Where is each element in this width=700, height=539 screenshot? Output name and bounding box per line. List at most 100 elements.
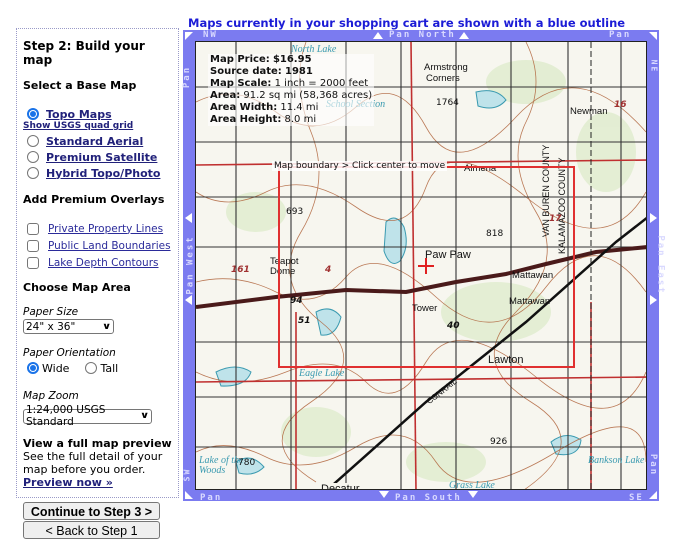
- area-height-row: Area Height: 8.0 mi: [210, 114, 317, 125]
- map-zoom-label: Map Zoom: [23, 390, 79, 402]
- map-scale-row: Map Scale: 1 inch = 2000 feet: [210, 78, 369, 89]
- overlay-options: Private Property Lines Public Land Bound…: [23, 220, 178, 271]
- pan-north-arrow-left[interactable]: [373, 32, 383, 39]
- chevron-down-icon: ∨: [139, 411, 150, 421]
- checkbox-lake-depth[interactable]: [27, 256, 39, 269]
- paper-size-select[interactable]: 24" x 36" ∨: [23, 319, 114, 334]
- radio-tall[interactable]: [85, 362, 98, 374]
- paper-size-label: Paper Size: [23, 306, 79, 318]
- orientation-options: Wide Tall: [27, 360, 178, 376]
- base-map-option-topo[interactable]: Topo Maps: [27, 106, 178, 122]
- pan-nw-side-label[interactable]: Pan: [182, 66, 192, 88]
- radio-aerial[interactable]: [27, 135, 39, 147]
- place-eagle-lake: Eagle Lake: [299, 368, 345, 379]
- base-map-option-aerial[interactable]: Standard Aerial: [27, 133, 178, 149]
- build-map-panel: Step 2: Build your map Select a Base Map…: [16, 28, 179, 539]
- preview-now-link[interactable]: Preview now »: [23, 476, 113, 489]
- base-map-option-hybrid[interactable]: Hybrid Topo/Photo: [27, 165, 178, 181]
- radio-topo[interactable]: [27, 108, 39, 120]
- pan-ne-side-label[interactable]: NE: [649, 60, 658, 74]
- overlay-lake-depth[interactable]: Lake Depth Contours: [27, 254, 178, 271]
- premium-satellite-link[interactable]: Premium Satellite: [46, 151, 157, 164]
- lake-depth-contours-link[interactable]: Lake Depth Contours: [48, 257, 159, 269]
- pan-south-arrow-left[interactable]: [379, 491, 389, 498]
- pan-west-arrow-top[interactable]: [185, 213, 192, 223]
- radio-wide[interactable]: [27, 362, 39, 374]
- place-grass-lake: Grass Lake: [449, 480, 495, 490]
- pan-south-arrow-right[interactable]: [468, 491, 478, 498]
- pan-nw-label[interactable]: NW: [203, 30, 218, 40]
- hybrid-topo-photo-link[interactable]: Hybrid Topo/Photo: [46, 167, 160, 180]
- checkbox-property-lines[interactable]: [27, 222, 39, 235]
- pan-east-button[interactable]: Pan East: [656, 235, 666, 294]
- pan-ne-arrow[interactable]: [649, 32, 657, 40]
- pan-se-side-label[interactable]: Pan: [648, 454, 658, 476]
- wide-label[interactable]: Wide: [42, 362, 69, 375]
- preview-section: View a full map preview See the full det…: [23, 437, 178, 489]
- step-title: Step 2: Build your map: [23, 39, 145, 67]
- road-number: 780: [238, 458, 256, 468]
- overlay-public-land[interactable]: Public Land Boundaries: [27, 237, 178, 254]
- pan-sw-arrow[interactable]: [185, 491, 193, 499]
- private-property-lines-link[interactable]: Private Property Lines: [48, 223, 163, 235]
- road-number: 161: [231, 265, 250, 275]
- area-value: 91.2 sq mi (58,368 acres): [243, 90, 373, 101]
- public-land-boundaries-link[interactable]: Public Land Boundaries: [48, 240, 171, 252]
- paper-size-value: 24" x 36": [26, 320, 76, 333]
- place-bankson-lake: Bankson Lake: [588, 455, 645, 466]
- base-map-heading: Select a Base Map: [23, 79, 137, 92]
- continue-step-3-button[interactable]: Continue to Step 3 >: [23, 501, 160, 520]
- standard-aerial-link[interactable]: Standard Aerial: [46, 135, 143, 148]
- area-height: 8.0 mi: [284, 114, 317, 125]
- preview-text: See the full detail of your map before y…: [23, 449, 163, 476]
- source-date: 1981: [284, 66, 313, 77]
- overlay-property-lines[interactable]: Private Property Lines: [27, 220, 178, 237]
- source-date-row: Source date: 1981: [210, 66, 313, 77]
- show-quad-grid-link[interactable]: Show USGS quad grid: [23, 121, 178, 131]
- place-decatur: Decatur: [321, 483, 360, 489]
- map-price-row: Map Price: $16.95: [210, 54, 312, 65]
- map-pan-frame: NW Pan North Pan Pan Pan South SE SW Pan…: [182, 30, 666, 503]
- map-zoom-select[interactable]: 1:24,000 USGS Standard ∨: [23, 404, 152, 428]
- area-row: Area: 91.2 sq mi (58,368 acres): [210, 90, 373, 101]
- road-number: 926: [490, 437, 508, 447]
- map-zoom-value: 1:24,000 USGS Standard: [26, 404, 106, 428]
- orientation-label: Paper Orientation: [23, 347, 116, 359]
- step-buttons: Continue to Step 3 > < Back to Step 1: [23, 501, 178, 539]
- checkbox-public-land[interactable]: [27, 239, 39, 252]
- road-number: 1764: [436, 98, 459, 108]
- place-newman: Newman: [570, 106, 608, 117]
- map-info-box: Map Price: $16.95 Source date: 1981 Map …: [208, 54, 375, 126]
- topo-map-canvas[interactable]: Armstrong Corners Newman Almena Paw Paw …: [195, 41, 647, 490]
- pan-east-arrow-bottom[interactable]: [650, 295, 657, 305]
- overlays-heading: Add Premium Overlays: [23, 193, 165, 206]
- pan-se-arrow[interactable]: [649, 491, 657, 499]
- pan-west-arrow-bottom[interactable]: [185, 295, 192, 305]
- preview-heading: View a full map preview: [23, 436, 172, 450]
- radio-hybrid[interactable]: [27, 167, 39, 179]
- map-area-heading: Choose Map Area: [23, 281, 131, 294]
- map-boundary-label: Map boundary > Click center to move: [272, 161, 448, 171]
- tall-label[interactable]: Tall: [100, 362, 118, 375]
- place-corners: Corners: [426, 73, 460, 84]
- chevron-down-icon: ∨: [101, 321, 112, 332]
- radio-satellite[interactable]: [27, 151, 39, 163]
- pan-se-bottom-label[interactable]: SE: [629, 493, 644, 503]
- pan-north-arrow-right[interactable]: [459, 32, 469, 39]
- pan-sw-side-label[interactable]: SW: [182, 468, 191, 482]
- place-armstrong: Armstrong: [424, 62, 468, 73]
- map-scale: 1 inch = 2000 feet: [274, 78, 369, 89]
- base-map-option-satellite[interactable]: Premium Satellite: [27, 149, 178, 165]
- pan-south-button[interactable]: Pan South: [395, 493, 462, 503]
- pan-nw-arrow[interactable]: [185, 32, 193, 40]
- area-width-row: Area Width: 11.4 mi: [210, 102, 319, 113]
- pan-east-arrow-top[interactable]: [650, 213, 657, 223]
- boundary-center-crosshair-icon[interactable]: [418, 258, 434, 274]
- area-width: 11.4 mi: [280, 102, 319, 113]
- pan-sw-bottom-label[interactable]: Pan: [200, 493, 222, 503]
- back-step-1-button[interactable]: < Back to Step 1: [23, 520, 160, 539]
- pan-north-button[interactable]: Pan North: [389, 30, 456, 40]
- pan-ne-top-label[interactable]: Pan: [609, 30, 631, 40]
- base-map-options: Topo Maps Show USGS quad grid Standard A…: [23, 106, 178, 181]
- topo-maps-link[interactable]: Topo Maps: [46, 108, 112, 121]
